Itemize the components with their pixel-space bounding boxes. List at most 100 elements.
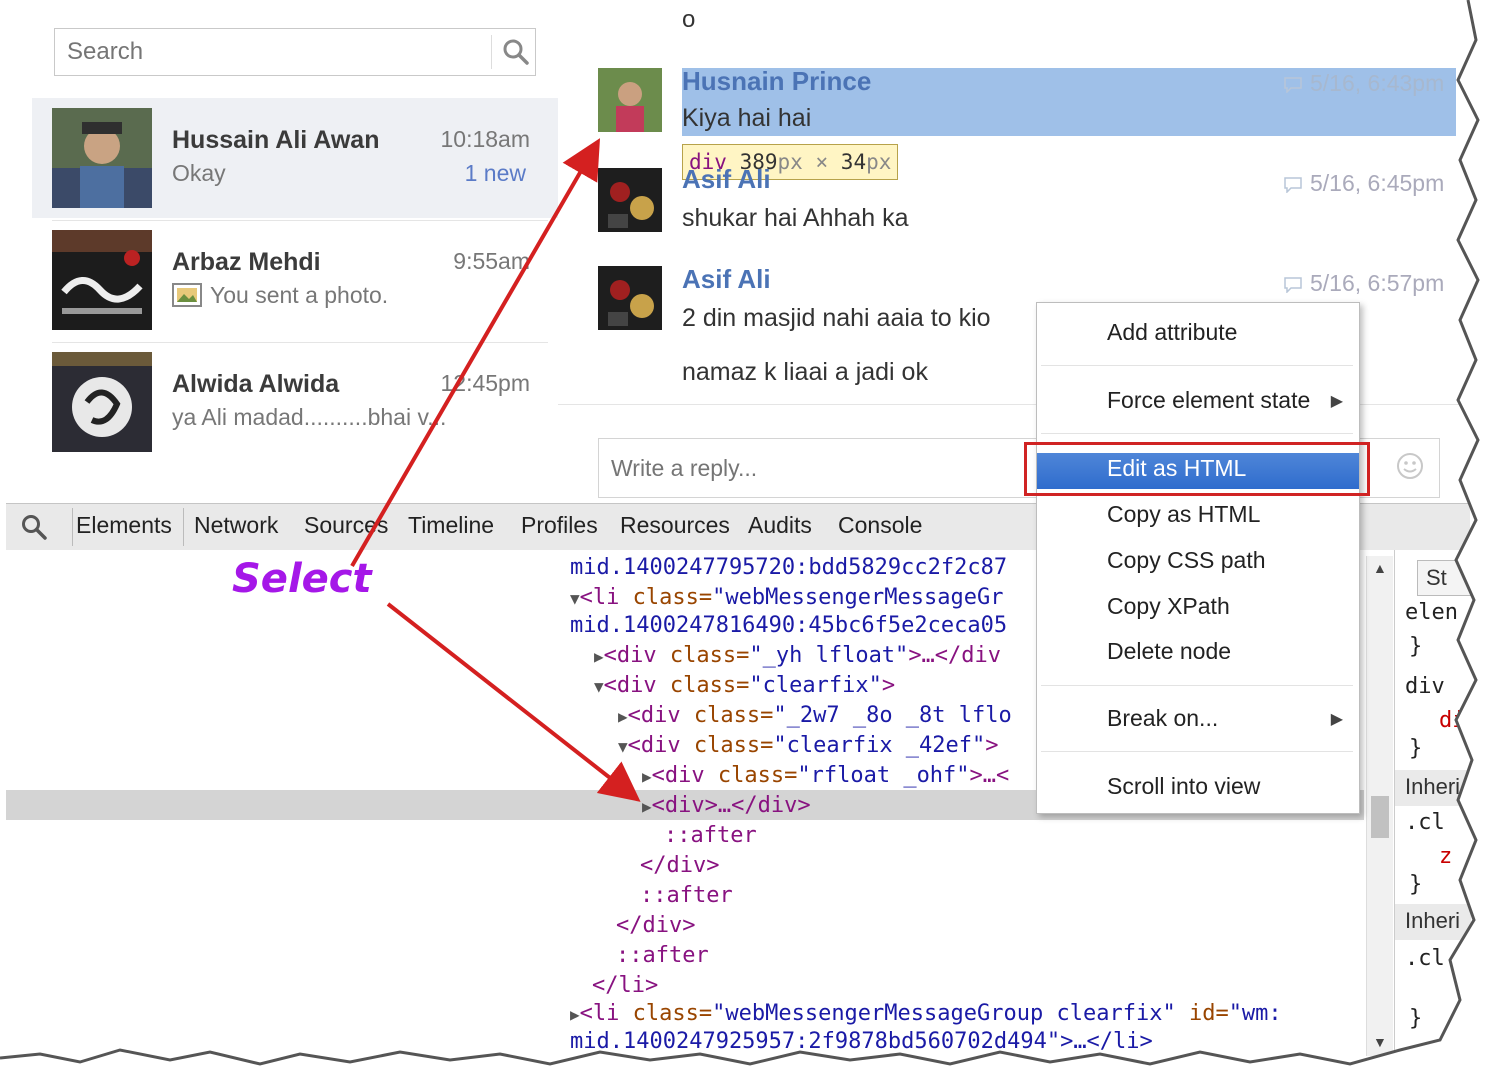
avatar xyxy=(52,352,152,452)
tab-console[interactable]: Console xyxy=(838,512,922,539)
dom-close-tag[interactable]: </div> xyxy=(616,912,695,940)
dom-attr-value: "webMessengerMessageGr xyxy=(712,585,1004,610)
tooltip-height: 34 xyxy=(840,150,867,174)
dom-pseudo[interactable]: ::after xyxy=(664,822,757,850)
tooltip-unit: px xyxy=(777,150,803,174)
tab-elements[interactable]: Elements xyxy=(76,512,172,539)
menu-item-delete-node[interactable]: Delete node xyxy=(1107,638,1231,665)
tab-profiles[interactable]: Profiles xyxy=(521,512,598,539)
dom-attr-value: "_2w7 _8o _8t lflo xyxy=(773,703,1012,728)
tab-sources[interactable]: Sources xyxy=(304,512,388,539)
search-icon[interactable] xyxy=(20,513,48,541)
new-badge: 1 new xyxy=(464,160,526,186)
menu-item-add-attribute[interactable]: Add attribute xyxy=(1107,319,1237,346)
conversation-snippet: You sent a photo. xyxy=(172,282,388,309)
menu-item-copy-as-html[interactable]: Copy as HTML xyxy=(1107,501,1260,528)
menu-item-copy-css-path[interactable]: Copy CSS path xyxy=(1107,547,1266,574)
avatar xyxy=(52,230,152,330)
message-sender[interactable]: Asif Ali xyxy=(682,168,771,190)
collapse-triangle-icon[interactable]: ▶ xyxy=(642,767,652,786)
message-sender[interactable]: Asif Ali xyxy=(682,264,771,295)
dom-node-text[interactable]: mid.1400247816490:45bc6f5e2ceca05 xyxy=(570,612,1007,640)
dom-node[interactable]: ▶<li class="webMessengerMessageGroup cle… xyxy=(570,1000,1282,1029)
dom-node[interactable]: ▶<div class="rfloat _ohf">…< xyxy=(642,762,1009,791)
message-time: 5/16, 6:43pm xyxy=(1284,70,1444,97)
dom-attr-value: "_yh lfloat" xyxy=(749,643,909,668)
message-text: Kiya hai hai xyxy=(682,104,812,132)
dom-close-tag[interactable]: </li> xyxy=(592,972,658,1000)
annotation-select-label: Select xyxy=(232,556,372,602)
dom-node-text: 531F xyxy=(1076,1065,1115,1084)
dom-tag: <div>…</div> xyxy=(651,793,811,818)
style-brace: } xyxy=(1409,1006,1423,1031)
menu-item-force-element-state[interactable]: Force element state xyxy=(1107,387,1310,414)
dom-node-selected[interactable]: ▶<div>…</div> xyxy=(642,792,811,821)
menu-separator xyxy=(1041,433,1353,434)
style-brace: } xyxy=(1409,872,1423,897)
conversation-item[interactable]: Hussain Ali Awan 10:18am Okay 1 new xyxy=(32,98,558,218)
chat-bubble-icon xyxy=(1284,177,1302,194)
dom-node[interactable]: ▶<div class="_yh lfloat">…</div xyxy=(594,642,1001,671)
tab-audits[interactable]: Audits xyxy=(748,512,812,539)
collapse-triangle-icon[interactable]: ▶ xyxy=(618,707,628,726)
conversation-name: Alwida Alwida xyxy=(172,370,340,398)
dom-tag-end: >…< xyxy=(969,763,1010,788)
dom-node[interactable]: ▼<div class="clearfix"> xyxy=(594,672,895,701)
dom-pseudo[interactable]: ::after xyxy=(616,942,709,970)
dom-close-tag[interactable]: </div> xyxy=(640,852,719,880)
tab-timeline[interactable]: Timeline xyxy=(408,512,494,539)
dom-pseudo[interactable]: ::after xyxy=(640,882,733,910)
expand-triangle-icon[interactable]: ▼ xyxy=(570,589,580,608)
message-text: 2 din masjid nahi aaia to kio xyxy=(682,304,991,332)
dom-node-text[interactable]: mid.1400247925957:2f9878bd560702d494">…<… xyxy=(570,1028,1153,1056)
tab-resources[interactable]: Resources xyxy=(620,512,730,539)
expand-triangle-icon[interactable]: ▼ xyxy=(594,677,604,696)
menu-item-scroll-into-view[interactable]: Scroll into view xyxy=(1107,773,1260,800)
search-input[interactable] xyxy=(65,37,489,67)
search-box[interactable] xyxy=(54,28,536,76)
conversation-item[interactable]: Arbaz Mehdi 9:55am You sent a photo. xyxy=(32,220,558,340)
dom-node[interactable]: ▼<li class="webMessengerMessageGr xyxy=(570,584,1004,613)
dom-attr: class= xyxy=(669,673,750,698)
avatar xyxy=(598,266,662,330)
menu-separator xyxy=(1041,365,1353,366)
menu-item-break-on[interactable]: Break on... xyxy=(1107,705,1218,732)
scroll-up-icon[interactable]: ▲ xyxy=(1373,560,1387,576)
dom-attr-value: "clearfix" xyxy=(749,673,882,698)
conversation-name: Arbaz Mehdi xyxy=(172,248,321,276)
expand-triangle-icon[interactable]: ▼ xyxy=(618,737,628,756)
scroll-thumb[interactable] xyxy=(1371,796,1389,838)
conversation-item[interactable]: Alwida Alwida 12:45pm ya Ali madad......… xyxy=(32,342,558,462)
scrollbar[interactable]: ▲ ▼ xyxy=(1366,556,1393,1056)
style-selector: div xyxy=(1405,674,1445,699)
dom-attr: class= xyxy=(693,703,774,728)
search-icon[interactable] xyxy=(501,37,531,67)
dom-attr: id= xyxy=(1175,1001,1229,1026)
collapse-triangle-icon[interactable]: ▶ xyxy=(642,797,652,816)
emoji-icon[interactable] xyxy=(1396,452,1424,480)
collapse-triangle-icon[interactable]: ▶ xyxy=(594,647,604,666)
menu-item-copy-xpath[interactable]: Copy XPath xyxy=(1107,593,1230,620)
dom-tag-end: > xyxy=(881,673,896,698)
collapse-triangle-icon[interactable]: ▶ xyxy=(570,1005,580,1024)
dom-node[interactable]: ▶<div class="_2w7 _8o _8t lflo xyxy=(618,702,1012,731)
search-separator xyxy=(491,35,492,69)
dom-tag: <div xyxy=(627,733,694,758)
tooltip-separator: × xyxy=(815,150,829,174)
style-brace: } xyxy=(1409,634,1423,659)
dom-attr-value: "webMessengerMessageGroup clearfix" xyxy=(712,1001,1176,1026)
conversation-time: 10:18am xyxy=(440,126,530,152)
dom-tag-end: > xyxy=(985,733,999,758)
tab-styles[interactable]: St xyxy=(1417,560,1471,596)
dom-node[interactable]: ▼<div class="clearfix _42ef"> xyxy=(618,732,999,761)
dom-attr: class= xyxy=(632,1001,713,1026)
scroll-down-icon[interactable]: ▼ xyxy=(1373,1034,1387,1050)
dom-node-text[interactable]: mid.1400247795720:bdd5829cc2f2c87 xyxy=(570,554,1007,582)
dom-tag: <div xyxy=(627,703,694,728)
dom-tag: <div xyxy=(603,643,670,668)
conversation-time: 12:45pm xyxy=(440,370,530,396)
message-time-text: 5/16, 6:57pm xyxy=(1310,270,1445,296)
tab-network[interactable]: Network xyxy=(194,512,278,539)
message-sender[interactable]: Husnain Prince xyxy=(682,66,871,97)
inherited-header: Inheri xyxy=(1395,770,1471,806)
